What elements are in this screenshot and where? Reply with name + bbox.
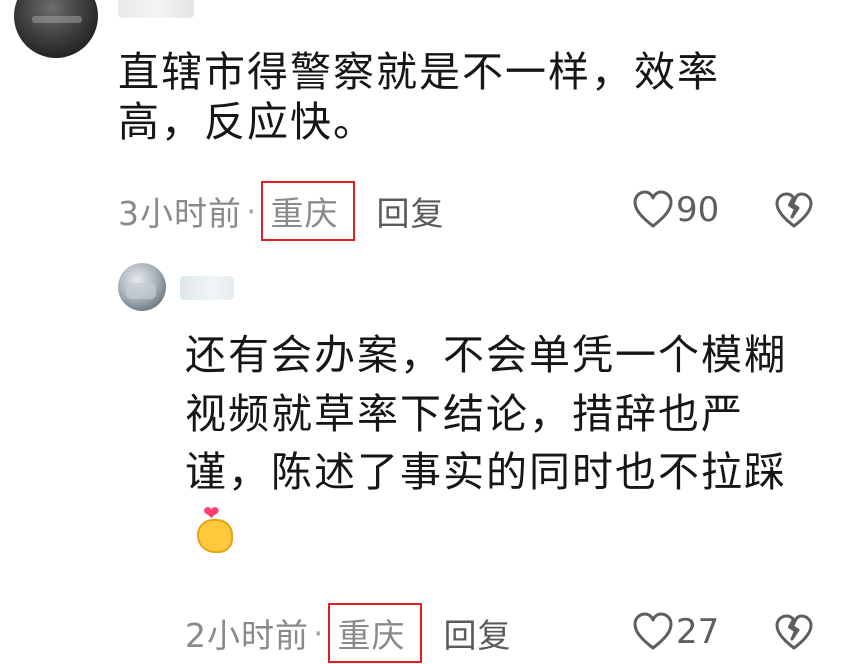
comment-time: 3小时前 — [118, 194, 242, 233]
hand-emoji-part — [197, 518, 233, 553]
reply-button[interactable]: 回复 — [444, 609, 512, 657]
reply-text: 还有会办案，不会单凭一个模糊视频就草率下结论，措辞也严谨，陈述了事实的同时也不拉… — [185, 326, 805, 560]
like-count: 90 — [676, 190, 720, 230]
comment-thread: 直辖市得警察就是不一样，效率高，反应快。 3小时前 · 重庆 回复 90 还有会… — [0, 0, 867, 664]
reply-like-button[interactable]: 27 — [632, 612, 719, 652]
replier-username-blurred[interactable] — [180, 276, 234, 300]
comment-text: 直辖市得警察就是不一样，效率高，反应快。 — [118, 48, 720, 146]
reply-dislike-button[interactable] — [774, 614, 814, 656]
commenter-avatar[interactable] — [14, 0, 98, 58]
heart-outline-icon — [633, 190, 673, 228]
reply-time: 2小时前 — [185, 616, 309, 655]
like-count: 27 — [676, 612, 720, 652]
reply-button[interactable]: 回复 — [377, 187, 445, 235]
meta-separator: · — [313, 613, 324, 653]
reply-location: 重庆 — [327, 603, 422, 663]
heart-outline-icon — [633, 612, 673, 650]
reply-text-content: 还有会办案，不会单凭一个模糊视频就草率下结论，措辞也严谨，陈述了事实的同时也不拉… — [185, 331, 787, 496]
meta-separator: · — [246, 191, 257, 231]
commenter-username-blurred[interactable] — [118, 0, 194, 18]
comment-location: 重庆 — [260, 181, 355, 241]
broken-heart-icon — [775, 614, 813, 650]
comment-meta: 3小时前 · 重庆 回复 — [118, 181, 445, 241]
finger-heart-emoji: ❤ — [193, 503, 237, 555]
broken-heart-icon — [775, 192, 813, 228]
replier-avatar[interactable] — [118, 263, 166, 311]
like-button[interactable]: 90 — [632, 190, 719, 230]
reply-meta: 2小时前 · 重庆 回复 — [185, 603, 512, 663]
dislike-button[interactable] — [774, 192, 814, 234]
